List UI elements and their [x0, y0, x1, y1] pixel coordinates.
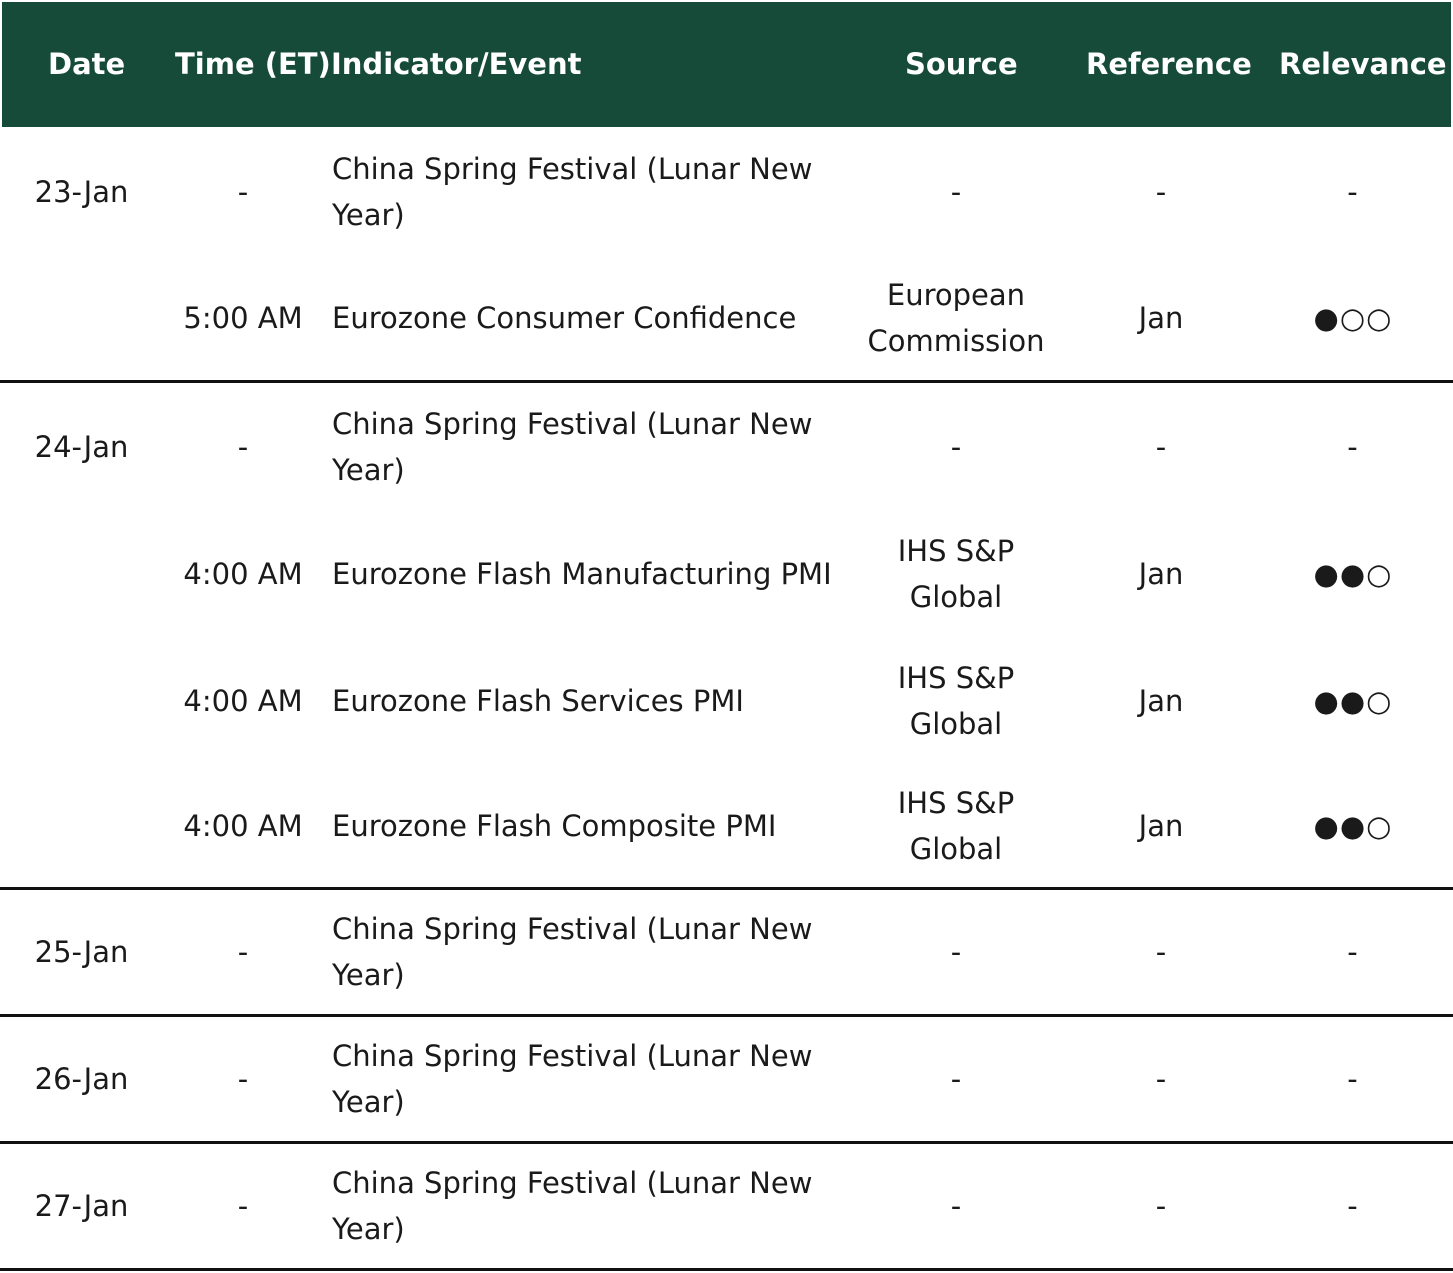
- cell-event: China Spring Festival (Lunar New Year): [332, 1039, 813, 1119]
- cell-date: 23-Jan: [34, 175, 129, 209]
- cell-source: IHS S&P Global: [897, 786, 1015, 866]
- cell-relevance: -: [1347, 175, 1359, 209]
- table-row: 23-Jan - China Spring Festival (Lunar Ne…: [0, 128, 1453, 256]
- header-reference: Reference: [1086, 47, 1252, 81]
- cell-date: 25-Jan: [34, 935, 129, 969]
- row-separator: [0, 1268, 1453, 1271]
- table-row: 27-Jan - China Spring Festival (Lunar Ne…: [0, 1144, 1453, 1268]
- table-header: Date Time (ET) Indicator/Event Source Re…: [2, 2, 1451, 127]
- cell-reference: Jan: [1138, 556, 1184, 591]
- header-event: Indicator/Event: [331, 47, 582, 81]
- cell-time: -: [237, 429, 249, 464]
- cell-event: Eurozone Flash Manufacturing PMI: [332, 556, 832, 591]
- cell-source: European Commission: [867, 278, 1045, 358]
- cell-relevance: -: [1347, 1062, 1359, 1096]
- cell-reference: Jan: [1138, 683, 1184, 718]
- cell-relevance: -: [1347, 935, 1359, 969]
- cell-source: IHS S&P Global: [897, 533, 1015, 614]
- cell-date: [0, 256, 163, 380]
- table-row: 25-Jan - China Spring Festival (Lunar Ne…: [0, 890, 1453, 1014]
- cell-relevance: ●●○: [1313, 683, 1393, 718]
- cell-time: 4:00 AM: [183, 556, 303, 591]
- header-time: Time (ET): [175, 47, 331, 81]
- cell-time: 4:00 AM: [183, 683, 303, 718]
- cell-source: -: [950, 1062, 962, 1096]
- cell-source: -: [950, 1189, 962, 1223]
- cell-reference: -: [1155, 1189, 1167, 1223]
- cell-relevance: ●●○: [1313, 809, 1393, 843]
- cell-reference: -: [1155, 1062, 1167, 1096]
- header-date: Date: [48, 47, 126, 81]
- cell-reference: Jan: [1138, 809, 1184, 843]
- cell-date: [0, 637, 163, 764]
- cell-date: 26-Jan: [34, 1062, 129, 1096]
- cell-time: 5:00 AM: [183, 301, 303, 335]
- table-row: 5:00 AM Eurozone Consumer Confidence Eur…: [0, 256, 1453, 380]
- table-row: 4:00 AM Eurozone Flash Composite PMI IHS…: [0, 764, 1453, 888]
- cell-reference: -: [1155, 935, 1167, 969]
- cell-date: 24-Jan: [34, 429, 129, 464]
- cell-source: IHS S&P Global: [897, 660, 1015, 741]
- cell-source: -: [950, 429, 962, 464]
- cell-relevance: -: [1347, 1189, 1359, 1223]
- cell-event: China Spring Festival (Lunar New Year): [332, 912, 813, 992]
- table-row: 4:00 AM Eurozone Flash Services PMI IHS …: [0, 637, 1453, 764]
- cell-relevance: ●●○: [1313, 556, 1393, 591]
- table-row: 24-Jan - China Spring Festival (Lunar Ne…: [0, 383, 1453, 510]
- cell-reference: -: [1155, 175, 1167, 209]
- cell-reference: -: [1155, 429, 1167, 464]
- cell-reference: Jan: [1138, 301, 1184, 335]
- cell-date: [0, 764, 163, 888]
- cell-source: -: [950, 935, 962, 969]
- cell-event: China Spring Festival (Lunar New Year): [332, 406, 813, 487]
- cell-event: Eurozone Consumer Confidence: [332, 301, 797, 335]
- header-relevance: Relevance: [1279, 47, 1447, 81]
- cell-source: -: [950, 175, 962, 209]
- cell-date: 27-Jan: [34, 1189, 129, 1223]
- cell-event: Eurozone Flash Composite PMI: [332, 809, 777, 843]
- cell-time: 4:00 AM: [183, 809, 303, 843]
- cell-event: Eurozone Flash Services PMI: [332, 683, 744, 718]
- cell-event: China Spring Festival (Lunar New Year): [332, 1166, 813, 1246]
- cell-relevance: -: [1347, 429, 1359, 464]
- cell-date: [0, 510, 163, 637]
- cell-time: -: [237, 935, 249, 969]
- cell-time: -: [237, 1189, 249, 1223]
- table-row: 4:00 AM Eurozone Flash Manufacturing PMI…: [0, 510, 1453, 637]
- cell-relevance: ●○○: [1313, 301, 1393, 335]
- cell-time: -: [237, 175, 249, 209]
- cell-event: China Spring Festival (Lunar New Year): [332, 152, 813, 232]
- table-row: 26-Jan - China Spring Festival (Lunar Ne…: [0, 1017, 1453, 1141]
- header-source: Source: [905, 47, 1018, 81]
- cell-time: -: [237, 1062, 249, 1096]
